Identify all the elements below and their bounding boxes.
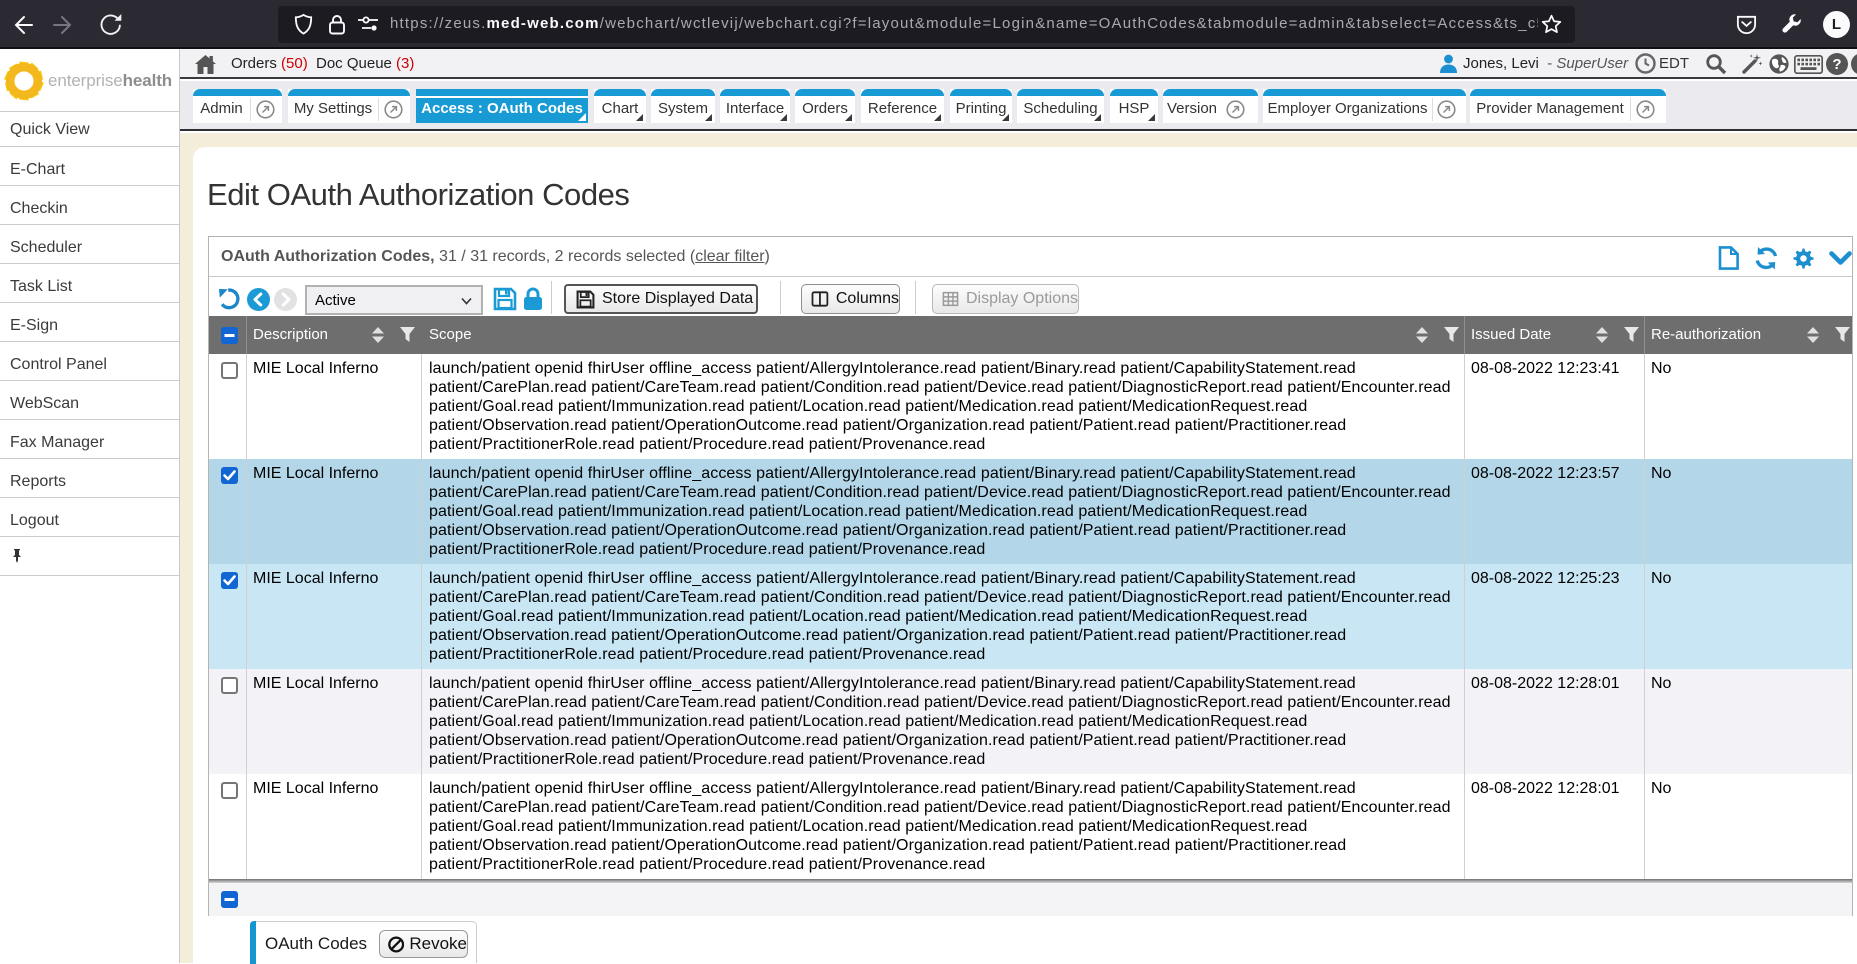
svg-text:?: ? bbox=[1832, 56, 1841, 73]
